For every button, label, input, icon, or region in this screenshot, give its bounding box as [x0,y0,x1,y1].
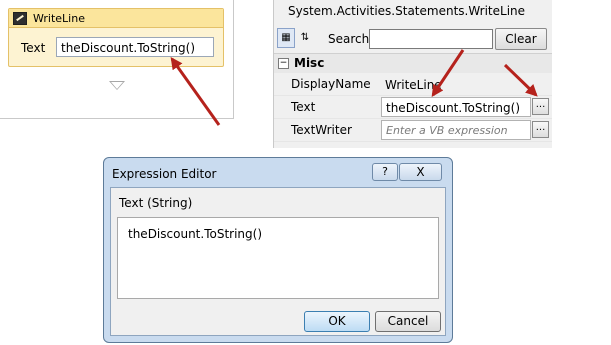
search-input[interactable] [369,29,493,49]
categorized-view-button[interactable]: ▦ [277,28,295,48]
category-label: Misc [294,56,325,70]
sort-az-icon: ⇅ [300,32,310,43]
writeline-icon [13,11,27,25]
displayname-value[interactable]: WriteLine [381,74,531,94]
help-button[interactable]: ? [372,163,398,181]
workflow-designer: WriteLine Text theDiscount.ToString() [0,0,234,119]
alphabetical-sort-button[interactable]: ⇅ [296,28,314,48]
text-value-input[interactable]: theDiscount.ToString() [381,97,531,117]
property-row-textwriter[interactable]: TextWriter Enter a VB expression ... [274,119,552,142]
activity-title: WriteLine [33,11,85,25]
dialog-title: Expression Editor [112,167,217,181]
textwriter-value-input[interactable]: Enter a VB expression [381,120,531,140]
property-grid: − Misc DisplayName WriteLine Text theDis… [274,53,552,142]
clear-button[interactable]: Clear [495,28,547,50]
close-button[interactable]: X [399,163,442,181]
text-ellipsis-button[interactable]: ... [532,98,549,115]
text-label: Text [21,41,46,55]
chevron-down-icon[interactable] [109,81,125,90]
property-name: TextWriter [291,123,352,137]
dialog-client-area: Text (String) theDiscount.ToString() OK … [110,187,446,336]
categorized-icon: ▦ [281,32,291,43]
property-row-text[interactable]: Text theDiscount.ToString() ... [274,96,552,119]
writeline-activity[interactable]: WriteLine Text theDiscount.ToString() [8,8,224,67]
property-name: Text [291,100,316,114]
text-expression-input[interactable]: theDiscount.ToString() [56,37,214,57]
textwriter-ellipsis-button[interactable]: ... [532,121,549,138]
properties-panel: System.Activities.Statements.WriteLine ▦… [273,0,552,148]
expression-textarea[interactable]: theDiscount.ToString() [117,217,439,299]
category-row-misc[interactable]: − Misc [274,53,552,73]
search-label: Search: [328,32,374,46]
properties-title: System.Activities.Statements.WriteLine [288,4,526,18]
property-name: DisplayName [291,77,371,91]
property-row-displayname[interactable]: DisplayName WriteLine [274,73,552,96]
activity-header[interactable]: WriteLine [9,9,223,28]
expression-editor-dialog: Expression Editor ? X Text (String) theD… [103,157,453,343]
ok-button[interactable]: OK [304,311,370,332]
cancel-button[interactable]: Cancel [375,311,441,332]
properties-toolbar: ▦ ⇅ Search: Clear [274,25,552,52]
collapse-icon[interactable]: − [278,58,289,69]
activity-body: Text theDiscount.ToString() [9,28,223,66]
expression-type-label: Text (String) [119,196,193,210]
